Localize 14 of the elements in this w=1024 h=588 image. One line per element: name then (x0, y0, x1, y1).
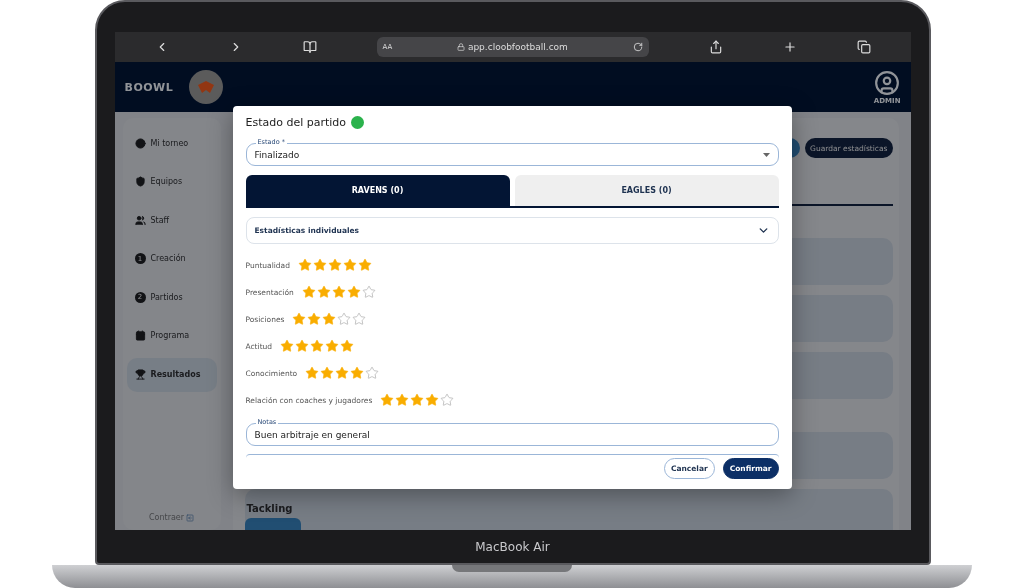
team-tab[interactable]: EAGLES (0) (514, 175, 779, 206)
notes-field[interactable]: Buen arbitraje en general (245, 423, 779, 447)
sidebar-item[interactable]: Equipos (126, 164, 217, 199)
sidebar-item[interactable]: Resultados (126, 357, 217, 392)
sidebar-item[interactable]: Staff (126, 203, 217, 238)
url-text: app.cloobfootball.com (467, 42, 568, 52)
sidebar-item[interactable]: Mi torneo (126, 126, 217, 160)
sidebar-item[interactable]: Programa (126, 318, 217, 353)
status-select[interactable]: Finalizado (245, 143, 779, 166)
device-label: MacBook Air (475, 539, 550, 554)
team-tab[interactable]: RAVENS (0) (245, 175, 510, 206)
section-title: Tackling (245, 503, 294, 514)
modal-title: Estado del partido (245, 116, 347, 129)
logo: BOOWL (124, 80, 174, 94)
